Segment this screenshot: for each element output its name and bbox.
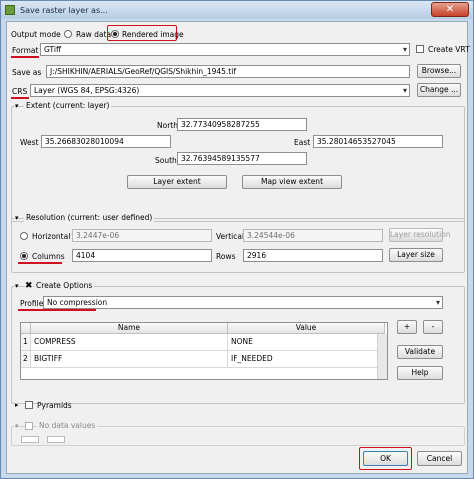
output-mode-label: Output mode (11, 30, 61, 39)
no-data-title: No data values (37, 421, 98, 431)
map-view-extent-button[interactable]: Map view extent (242, 175, 342, 189)
north-input[interactable]: 32.77340958287255 (177, 118, 307, 131)
rendered-image-label: Rendered image (122, 30, 184, 39)
window-title: Save raster layer as... (20, 5, 108, 15)
help-button[interactable]: Help (397, 366, 443, 380)
create-options-title: Create Options (34, 281, 95, 291)
south-input[interactable]: 32.76394589135577 (177, 152, 307, 165)
rendered-image-radio[interactable] (111, 30, 119, 38)
column-header-value[interactable]: Value (228, 323, 385, 334)
title-bar[interactable]: Save raster layer as... ✕ (1, 1, 473, 19)
table-cell-value[interactable]: NONE (228, 334, 385, 351)
columns-radio[interactable] (20, 252, 28, 260)
profile-underline (18, 309, 96, 311)
row-index: 2 (21, 351, 31, 368)
columns-label: Columns (32, 252, 65, 261)
resolution-collapse-icon[interactable]: ▾ (15, 214, 19, 222)
format-select[interactable]: GTiff (40, 43, 410, 56)
columns-underline (18, 262, 62, 264)
validate-button[interactable]: Validate (397, 345, 443, 359)
table-cell-value[interactable]: IF_NEEDED (228, 351, 385, 368)
create-options-check-icon[interactable]: ✖ (25, 281, 33, 291)
table-corner (21, 323, 31, 334)
options-table: Name Value 1 COMPRESS NONE 2 BIGTIFF IF_… (20, 322, 388, 380)
raw-data-radio[interactable] (64, 30, 72, 38)
layer-resolution-button[interactable]: Layer resolution (389, 228, 451, 242)
resolution-group (11, 218, 465, 273)
format-label: Format (12, 46, 39, 55)
row-index: 1 (21, 334, 31, 351)
no-data-checkbox[interactable] (25, 422, 33, 430)
save-as-input[interactable]: J:/SHIKHIN/AERIALS/GeoRef/QGIS/Shikhin_1… (46, 65, 410, 78)
dialog-body: Output mode Raw data Rendered image Form… (6, 21, 470, 474)
horizontal-radio[interactable] (20, 232, 28, 240)
layer-size-button[interactable]: Layer size (389, 248, 443, 262)
create-options-collapse-icon[interactable]: ▾ (15, 282, 19, 290)
horizontal-input[interactable]: 3.2447e-06 (72, 229, 212, 242)
east-label: East (294, 138, 311, 147)
no-data-remove-icon[interactable] (47, 436, 65, 443)
crs-select[interactable]: Layer (WGS 84, EPSG:4326) (30, 84, 410, 97)
north-label: North (157, 121, 178, 130)
south-label: South (155, 156, 177, 165)
rows-label: Rows (216, 252, 236, 261)
raw-data-label: Raw data (76, 30, 112, 39)
crs-label: CRS (12, 87, 28, 96)
profile-select[interactable]: No compression (43, 296, 443, 309)
pyramids-checkbox[interactable] (25, 401, 33, 409)
table-scrollbar[interactable] (377, 334, 387, 379)
format-underline (11, 56, 39, 58)
profile-label: Profile (20, 299, 44, 308)
save-as-label: Save as (12, 68, 42, 77)
east-input[interactable]: 35.28014653527045 (313, 135, 443, 148)
table-cell-name[interactable]: COMPRESS (31, 334, 228, 351)
save-raster-dialog: Save raster layer as... ✕ Output mode Ra… (0, 0, 474, 479)
create-vrt-label: Create VRT (428, 45, 470, 54)
cancel-button[interactable]: Cancel (417, 451, 462, 466)
vertical-label: Vertical (216, 232, 245, 241)
crs-underline (11, 97, 29, 99)
table-cell-name[interactable]: BIGTIFF (31, 351, 228, 368)
column-header-name[interactable]: Name (31, 323, 228, 334)
no-data-collapse-icon[interactable]: ▾ (15, 422, 19, 430)
resolution-title: Resolution (current: user defined) (24, 213, 155, 223)
create-vrt-checkbox[interactable] (416, 45, 424, 53)
columns-input[interactable]: 4104 (72, 249, 212, 262)
horizontal-label: Horizontal (32, 232, 71, 241)
remove-option-button[interactable]: - (423, 320, 443, 334)
layer-extent-button[interactable]: Layer extent (127, 175, 227, 189)
pyramids-title: Pyramids (37, 401, 72, 410)
ok-button[interactable]: OK (363, 451, 408, 466)
browse-button[interactable]: Browse... (417, 64, 461, 78)
change-crs-button[interactable]: Change ... (417, 83, 461, 97)
vertical-input[interactable]: 3.24544e-06 (243, 229, 383, 242)
no-data-add-icon[interactable] (21, 436, 39, 443)
qgis-app-icon (5, 5, 15, 15)
west-input[interactable]: 35.26683028010094 (41, 135, 171, 148)
west-label: West (20, 138, 39, 147)
rows-input[interactable]: 2916 (243, 249, 383, 262)
extent-title: Extent (current: layer) (24, 101, 112, 111)
extent-collapse-icon[interactable]: ▾ (15, 102, 19, 110)
close-button[interactable]: ✕ (431, 2, 469, 17)
pyramids-expand-icon[interactable]: ▸ (15, 401, 19, 409)
add-option-button[interactable]: + (397, 320, 417, 334)
